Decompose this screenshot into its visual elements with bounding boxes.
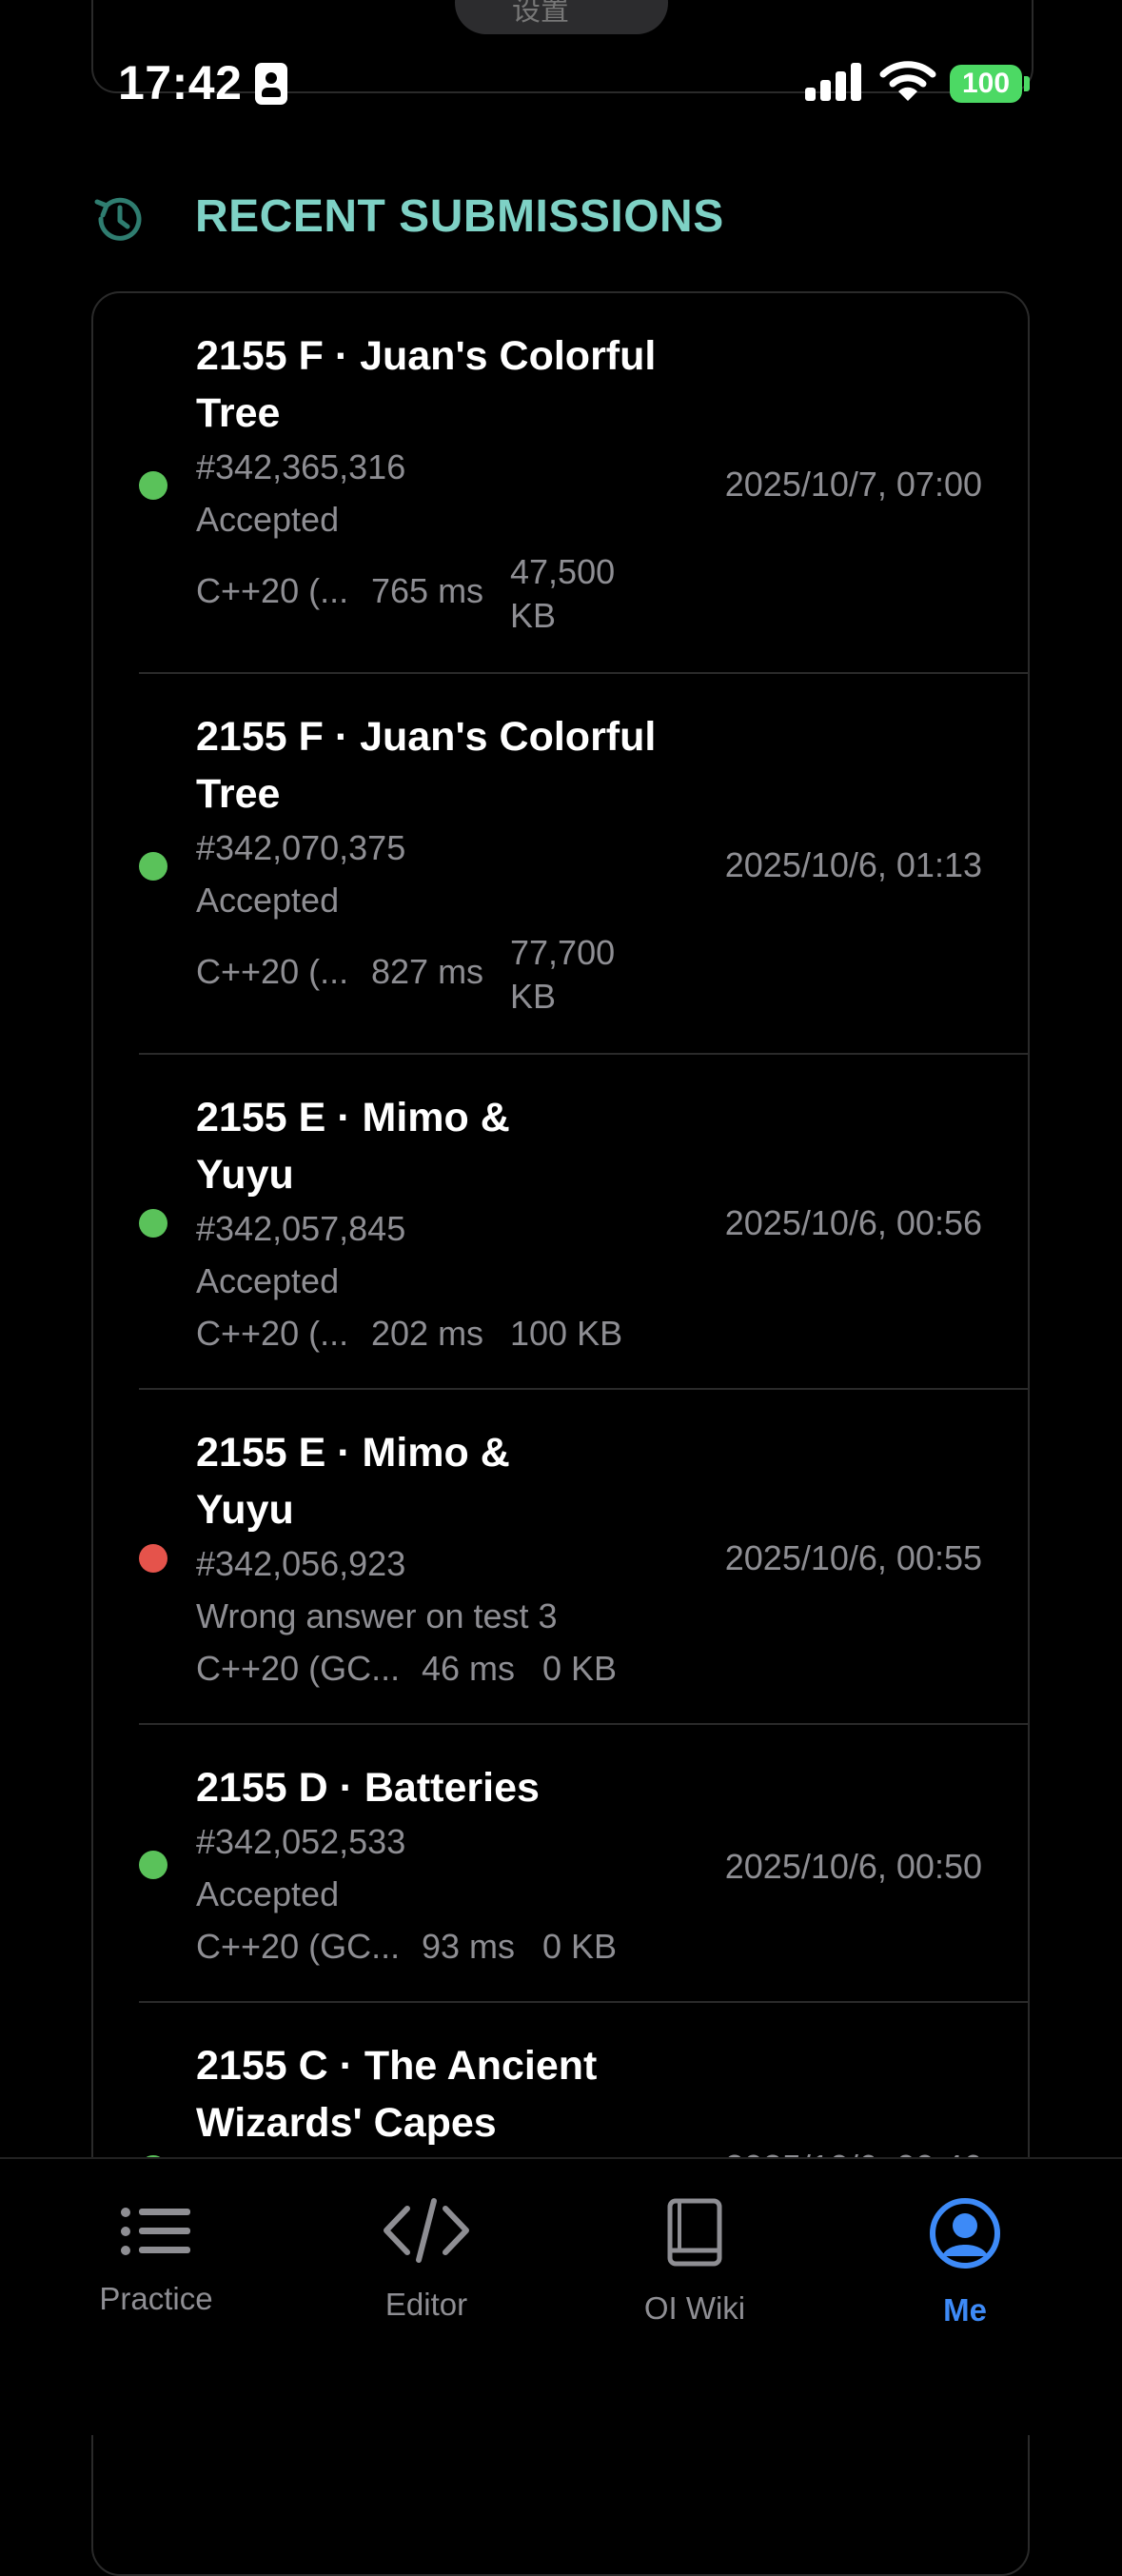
language: C++20 (... — [196, 1314, 349, 1353]
exec-time: 46 ms — [422, 1649, 516, 1688]
language: C++20 (GC... — [196, 1927, 401, 1966]
tab-bar: Practice Editor OI Wiki Me — [0, 2157, 1122, 2435]
verdict: Accepted — [196, 881, 340, 920]
problem-title: 2155 F · Juan's Colorful Tree — [196, 714, 657, 817]
tab-practice[interactable]: Practice — [61, 2197, 251, 2316]
submission-date: 2025/10/6, 00:56 — [724, 1203, 982, 1242]
submission-id: #342,365,316 — [196, 447, 406, 486]
memory: 100 KB — [510, 1314, 623, 1353]
submission-date: 2025/10/6, 01:13 — [724, 845, 982, 884]
tab-label: Practice — [99, 2281, 213, 2316]
code-icon — [384, 2198, 469, 2263]
verdict: Accepted — [196, 1874, 340, 1913]
submission-row[interactable]: 2155 F · Juan's Colorful Tree #342,365,3… — [93, 293, 1028, 674]
problem-title: 2155 E · Mimo & Yuyu — [196, 1430, 510, 1533]
status-dot — [139, 1851, 167, 1879]
problem-title: 2155 F · Juan's Colorful Tree — [196, 333, 657, 436]
battery-tip — [1024, 76, 1030, 91]
verdict: Accepted — [196, 500, 340, 539]
problem-title: 2155 E · Mimo & Yuyu — [196, 1095, 510, 1198]
submission-date: 2025/10/7, 07:00 — [724, 465, 982, 504]
status-dot — [139, 852, 167, 881]
submission-id: #342,057,845 — [196, 1209, 406, 1248]
tab-me[interactable]: Me — [870, 2197, 1060, 2328]
exec-time: 765 ms — [371, 571, 484, 610]
verdict: Accepted — [196, 1261, 340, 1300]
memory: 0 KB — [542, 1649, 618, 1688]
submission-row[interactable]: 2155 E · Mimo & Yuyu #342,056,923 Wrong … — [93, 1390, 1028, 1725]
history-icon — [94, 197, 142, 241]
tab-oi-wiki[interactable]: OI Wiki — [600, 2197, 790, 2326]
problem-title: 2155 C · The Ancient Wizards' Capes — [196, 2043, 598, 2146]
exec-time: 93 ms — [422, 1927, 516, 1966]
exec-time: 202 ms — [371, 1314, 484, 1353]
submission-date: 2025/10/6, 00:50 — [724, 1847, 982, 1886]
language: C++20 (GC... — [196, 1649, 401, 1688]
settings-button-label: 设置 — [512, 0, 569, 27]
status-time: 17:42 — [118, 56, 243, 109]
tab-label: Editor — [384, 2287, 468, 2322]
wifi-icon — [879, 61, 936, 101]
memory: 77,700 KB — [510, 933, 616, 1016]
exec-time: 827 ms — [371, 952, 484, 991]
battery-indicator: 100 — [950, 65, 1022, 103]
list-icon — [121, 2208, 190, 2255]
submission-row[interactable]: 2155 D · Batteries #342,052,533 Accepted… — [93, 1725, 1028, 2003]
tab-label: Me — [943, 2292, 987, 2328]
submission-id: #342,070,375 — [196, 828, 406, 867]
cellular-signal-icon — [805, 61, 862, 101]
status-dot — [139, 471, 167, 500]
tab-editor[interactable]: Editor — [331, 2197, 522, 2322]
tab-label: OI Wiki — [643, 2290, 746, 2326]
book-icon — [667, 2198, 722, 2267]
section-title: RECENT SUBMISSIONS — [195, 191, 724, 242]
profile-icon — [930, 2198, 1000, 2269]
verdict: Wrong answer on test 3 — [196, 1596, 558, 1635]
status-dot — [139, 1209, 167, 1238]
memory: 0 KB — [542, 1927, 618, 1966]
submission-date: 2025/10/6, 00:55 — [724, 1538, 982, 1577]
problem-title: 2155 D · Batteries — [196, 1765, 540, 1811]
status-dot — [139, 1544, 167, 1573]
language: C++20 (... — [196, 571, 349, 610]
language: C++20 (... — [196, 952, 349, 991]
submission-id: #342,056,923 — [196, 1544, 406, 1583]
submission-row[interactable]: 2155 E · Mimo & Yuyu #342,057,845 Accept… — [93, 1055, 1028, 1390]
contact-card-icon — [255, 63, 287, 105]
memory: 47,500 KB — [510, 552, 616, 635]
settings-button[interactable]: 设置 — [455, 0, 668, 34]
submission-row[interactable]: 2155 F · Juan's Colorful Tree #342,070,3… — [93, 674, 1028, 1055]
submission-id: #342,052,533 — [196, 1822, 406, 1861]
